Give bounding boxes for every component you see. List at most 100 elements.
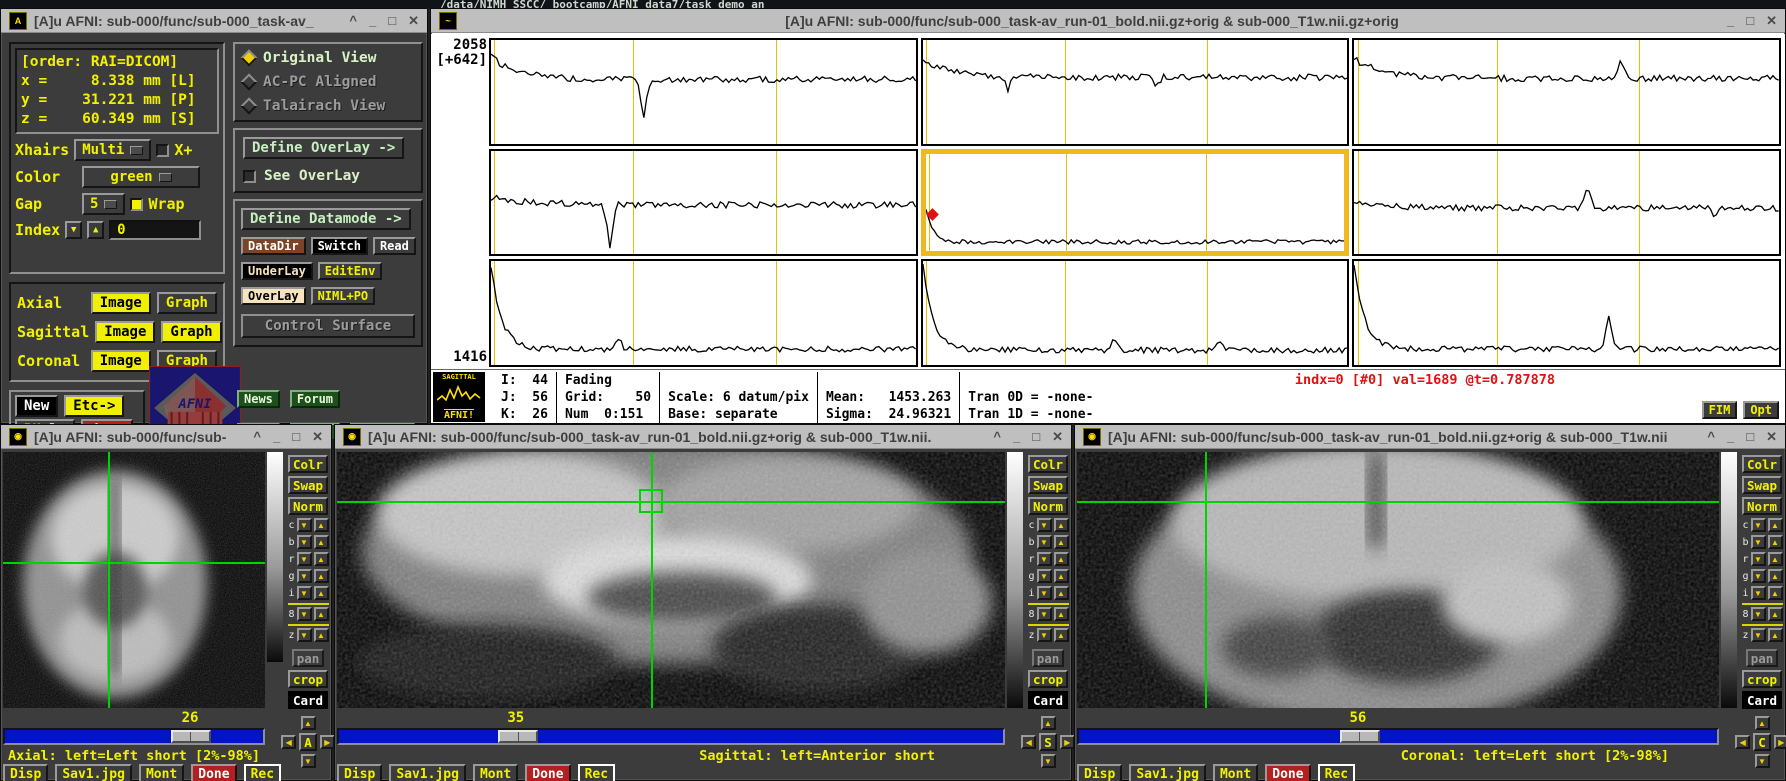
axial-pad-left-button[interactable]: ◀ (281, 735, 296, 749)
sagittal-done-button[interactable]: Done (525, 764, 570, 781)
minimize-icon[interactable]: _ (369, 13, 376, 29)
opt-button[interactable]: Opt (1743, 401, 1779, 419)
switch-button[interactable]: Switch (311, 237, 368, 255)
sagittal-colr-button[interactable]: Colr (1028, 455, 1068, 473)
shade-icon[interactable]: ^ (993, 429, 1001, 445)
coronal-pad-down-button[interactable]: ▼ (1755, 754, 1770, 768)
datadir-button[interactable]: DataDir (241, 237, 306, 255)
coronal-swap-button[interactable]: Swap (1742, 476, 1782, 494)
close-icon[interactable]: ✕ (1766, 13, 1777, 29)
maximize-icon[interactable]: □ (1032, 429, 1040, 445)
coronal-channel-r-up-button[interactable]: ▲ (1768, 552, 1783, 566)
define-overlay-button[interactable]: Define OverLay -> (243, 137, 404, 159)
maximize-icon[interactable]: □ (388, 13, 396, 29)
wrap-checkbox[interactable] (130, 198, 143, 211)
sagittal-card-menu[interactable]: Card (1028, 691, 1068, 709)
axial-rec-button[interactable]: Rec (244, 764, 281, 781)
sagittal-channel-b-up-button[interactable]: ▲ (1054, 535, 1069, 549)
axial-channel-8-down-button[interactable]: ▼ (297, 607, 312, 621)
sagittal-channel-z-down-button[interactable]: ▼ (1037, 628, 1052, 642)
close-icon[interactable]: ✕ (1766, 429, 1777, 445)
read-button[interactable]: Read (373, 237, 416, 255)
axial-channel-z-down-button[interactable]: ▼ (297, 628, 312, 642)
sagittal-norm-button[interactable]: Norm (1028, 497, 1068, 515)
close-icon[interactable]: ✕ (312, 429, 323, 445)
axial-graph-button[interactable]: Graph (157, 292, 217, 314)
axial-channel-c-down-button[interactable]: ▼ (297, 518, 312, 532)
sagittal-image-button[interactable]: Image (95, 321, 155, 343)
coronal-channel-b-down-button[interactable]: ▼ (1751, 535, 1766, 549)
etc-button[interactable]: Etc-> (64, 395, 124, 417)
coronal-channel-z-up-button[interactable]: ▲ (1768, 628, 1783, 642)
axial-disp-button[interactable]: Disp (3, 764, 48, 781)
sagittal-swap-button[interactable]: Swap (1028, 476, 1068, 494)
maximize-icon[interactable]: □ (1746, 13, 1754, 29)
minimize-icon[interactable]: _ (273, 429, 280, 445)
sagittal-pad-up-button[interactable]: ▲ (1041, 716, 1056, 730)
axial-channel-g-down-button[interactable]: ▼ (297, 569, 312, 583)
coronal-norm-button[interactable]: Norm (1742, 497, 1782, 515)
define-datamode-button[interactable]: Define Datamode -> (241, 208, 411, 230)
sagittal-image[interactable] (337, 452, 1005, 708)
index-down-button[interactable]: ▼ (65, 221, 82, 239)
underlay-button[interactable]: UnderLay (241, 262, 313, 280)
axial-channel-i-up-button[interactable]: ▲ (314, 586, 329, 600)
coronal-pad-left-button[interactable]: ◀ (1735, 735, 1750, 749)
coronal-channel-b-up-button[interactable]: ▲ (1768, 535, 1783, 549)
maximize-icon[interactable]: □ (292, 429, 300, 445)
graph-panel-r1c2[interactable] (1352, 149, 1781, 257)
editenv-button[interactable]: EditEnv (318, 262, 383, 280)
coronal-image[interactable] (1077, 452, 1719, 708)
sagittal-rec-button[interactable]: Rec (578, 764, 615, 781)
sagittal-letter-button[interactable]: S (1039, 733, 1057, 751)
graph-panel-r0c2[interactable] (1352, 38, 1781, 146)
forum-button[interactable]: Forum (290, 390, 340, 408)
coronal-channel-i-up-button[interactable]: ▲ (1768, 586, 1783, 600)
sagittal-channel-g-up-button[interactable]: ▲ (1054, 569, 1069, 583)
axial-mont-button[interactable]: Mont (139, 764, 184, 781)
sagittal-mont-button[interactable]: Mont (473, 764, 518, 781)
graph-panel-r0c0[interactable] (489, 38, 918, 146)
axial-colr-button[interactable]: Colr (288, 455, 328, 473)
coronal-channel-i-down-button[interactable]: ▼ (1751, 586, 1766, 600)
graph-panel-r0c1[interactable] (921, 38, 1350, 146)
shade-icon[interactable]: ^ (253, 429, 261, 445)
coronal-rec-button[interactable]: Rec (1318, 764, 1355, 781)
coronal-channel-g-up-button[interactable]: ▲ (1768, 569, 1783, 583)
coronal-pad-up-button[interactable]: ▲ (1755, 716, 1770, 730)
sagittal-disp-button[interactable]: Disp (337, 764, 382, 781)
coronal-slice-slider[interactable] (1077, 728, 1719, 745)
sagittal-pan-button[interactable]: pan (1032, 649, 1065, 667)
coronal-channel-z-down-button[interactable]: ▼ (1751, 628, 1766, 642)
axial-titlebar[interactable]: ◉ [A]u AFNI: sub-000/func/sub- ^ _ □ ✕ (1, 425, 331, 449)
axial-channel-r-down-button[interactable]: ▼ (297, 552, 312, 566)
talairach-view-option[interactable]: Talairach View (243, 98, 413, 114)
axial-image[interactable] (3, 452, 265, 708)
axial-slice-slider[interactable] (3, 728, 265, 745)
index-field[interactable]: 0 (109, 220, 201, 240)
coronal-letter-button[interactable]: C (1753, 733, 1771, 751)
overlay-button[interactable]: OverLay (241, 287, 306, 305)
coronal-image-button[interactable]: Image (91, 350, 151, 372)
slider-thumb[interactable] (1340, 730, 1380, 743)
coronal-crop-button[interactable]: crop (1742, 670, 1782, 688)
axial-channel-i-down-button[interactable]: ▼ (297, 586, 312, 600)
axial-channel-z-up-button[interactable]: ▲ (314, 628, 329, 642)
sagittal-channel-r-up-button[interactable]: ▲ (1054, 552, 1069, 566)
shade-icon[interactable]: ^ (1707, 429, 1715, 445)
minimize-icon[interactable]: _ (1013, 429, 1020, 445)
sagittal-channel-r-down-button[interactable]: ▼ (1037, 552, 1052, 566)
coronal-channel-c-down-button[interactable]: ▼ (1751, 518, 1766, 532)
see-overlay-toggle[interactable]: See OverLay (243, 168, 413, 184)
acpc-view-option[interactable]: AC-PC Aligned (243, 74, 413, 90)
sagittal-channel-8-up-button[interactable]: ▲ (1054, 607, 1069, 621)
axial-pan-button[interactable]: pan (292, 649, 325, 667)
graph-panel-r1c1[interactable] (921, 149, 1350, 257)
new-button[interactable]: New (15, 395, 58, 417)
see-overlay-checkbox[interactable] (243, 170, 256, 183)
axial-channel-8-up-button[interactable]: ▲ (314, 607, 329, 621)
axial-channel-b-up-button[interactable]: ▲ (314, 535, 329, 549)
axial-swap-button[interactable]: Swap (288, 476, 328, 494)
sagittal-channel-z-up-button[interactable]: ▲ (1054, 628, 1069, 642)
coronal-titlebar[interactable]: ◉ [A]u AFNI: sub-000/func/sub-000_task-a… (1075, 425, 1785, 449)
